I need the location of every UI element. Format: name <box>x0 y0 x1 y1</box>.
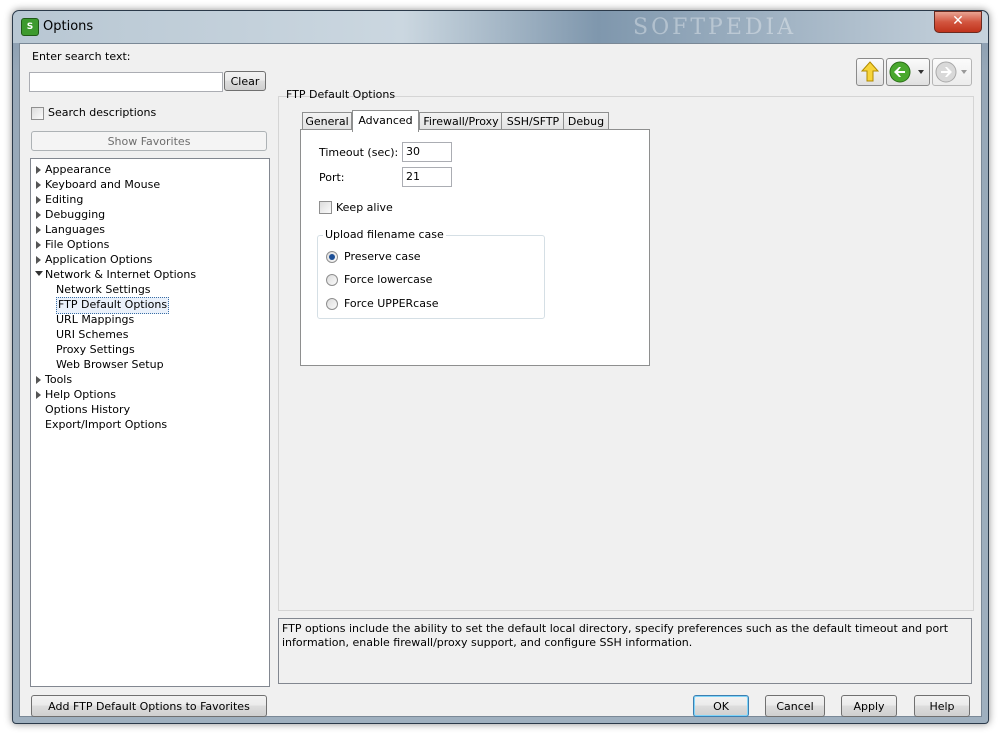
tree-item[interactable]: Keyboard and Mouse <box>45 177 160 192</box>
ok-button[interactable]: OK <box>693 695 749 717</box>
search-descriptions-checkbox[interactable] <box>31 107 44 120</box>
watermark: SOFTPEDIA <box>633 15 797 40</box>
tab-firewall-proxy[interactable]: Firewall/Proxy <box>419 112 503 130</box>
tree-item[interactable]: URI Schemes <box>56 327 128 342</box>
tree-item[interactable]: Tools <box>45 372 72 387</box>
close-icon: ✕ <box>952 13 964 29</box>
tree-item[interactable]: Options History <box>45 402 130 417</box>
timeout-label: Timeout (sec): <box>319 146 399 159</box>
tab-general[interactable]: General <box>302 112 352 130</box>
tree-item-label: Export/Import Options <box>45 418 168 431</box>
collapsed-arrow-icon[interactable] <box>36 211 41 219</box>
search-descriptions-label: Search descriptions <box>48 106 157 119</box>
tree-item-label: Network & Internet Options <box>45 268 197 281</box>
force-uppercase-radio[interactable] <box>326 298 338 310</box>
options-window: S Options SOFTPEDIA ✕ Enter search text:… <box>12 10 989 724</box>
window-title: Options <box>43 19 94 34</box>
force-lowercase-radio[interactable] <box>326 274 338 286</box>
tree-item-label: URL Mappings <box>56 313 135 326</box>
tree-item-label: Appearance <box>45 163 112 176</box>
show-favorites-button[interactable]: Show Favorites <box>31 131 267 151</box>
tree-item[interactable]: Editing <box>45 192 83 207</box>
tab-advanced[interactable]: Advanced <box>352 110 419 132</box>
keep-alive-checkbox[interactable] <box>319 201 332 214</box>
collapsed-arrow-icon[interactable] <box>36 241 41 249</box>
back-button[interactable] <box>886 58 930 86</box>
force-uppercase-label: Force UPPERcase <box>344 297 439 310</box>
tree-item-label: URI Schemes <box>56 328 129 341</box>
collapsed-arrow-icon[interactable] <box>36 181 41 189</box>
collapsed-arrow-icon[interactable] <box>36 256 41 264</box>
tree-item[interactable]: Proxy Settings <box>56 342 135 357</box>
upload-filename-case-label: Upload filename case <box>323 228 446 241</box>
back-arrow-icon <box>889 61 924 83</box>
tree-item-label: Help Options <box>45 388 117 401</box>
collapsed-arrow-icon[interactable] <box>36 226 41 234</box>
preserve-case-label: Preserve case <box>344 250 421 263</box>
tree-item[interactable]: Network Settings <box>56 282 151 297</box>
tab-debug[interactable]: Debug <box>563 112 609 130</box>
tree-item-label: Options History <box>45 403 131 416</box>
forward-arrow-icon <box>935 61 967 83</box>
app-icon: S <box>21 18 39 36</box>
help-button[interactable]: Help <box>914 695 970 717</box>
tree-item-label: Languages <box>45 223 106 236</box>
cancel-button[interactable]: Cancel <box>765 695 825 717</box>
timeout-input[interactable]: 30 <box>402 142 452 162</box>
tree-item[interactable]: Network & Internet Options <box>45 267 196 282</box>
expanded-arrow-icon[interactable] <box>35 271 43 276</box>
port-input[interactable]: 21 <box>402 167 452 187</box>
page-title: FTP Default Options <box>286 88 396 101</box>
force-lowercase-label: Force lowercase <box>344 273 433 286</box>
apply-button[interactable]: Apply <box>841 695 897 717</box>
collapsed-arrow-icon[interactable] <box>36 166 41 174</box>
tree-item[interactable]: Web Browser Setup <box>56 357 164 372</box>
tree-item-label: Editing <box>45 193 84 206</box>
description-box: FTP options include the ability to set t… <box>278 618 972 684</box>
up-arrow-icon <box>860 61 880 82</box>
tree-item-label: File Options <box>45 238 110 251</box>
tree-item-label: Web Browser Setup <box>56 358 164 371</box>
port-label: Port: <box>319 171 345 184</box>
add-to-favorites-button[interactable]: Add FTP Default Options to Favorites <box>31 695 267 717</box>
tree-item[interactable]: Export/Import Options <box>45 417 167 432</box>
collapsed-arrow-icon[interactable] <box>36 376 41 384</box>
title-bar[interactable]: S Options SOFTPEDIA ✕ <box>13 11 988 43</box>
collapsed-arrow-icon[interactable] <box>36 391 41 399</box>
clear-button[interactable]: Clear <box>224 71 266 91</box>
options-tree[interactable]: Appearance Keyboard and Mouse Editing Debug… <box>30 158 270 687</box>
dialog-client-area: Enter search text: Clear Search descript… <box>19 43 982 717</box>
close-button[interactable]: ✕ <box>934 11 982 33</box>
search-label: Enter search text: <box>32 50 131 63</box>
search-input[interactable] <box>29 72 223 92</box>
up-button[interactable] <box>856 58 884 86</box>
advanced-tab-page: Timeout (sec): 30 Port: 21 Keep alive Up… <box>300 129 650 366</box>
tab-ssh-sftp[interactable]: SSH/SFTP <box>501 112 565 130</box>
forward-button[interactable] <box>932 58 972 86</box>
tree-item-label: Debugging <box>45 208 106 221</box>
tree-item-label: Tools <box>45 373 73 386</box>
tree-item-label: Proxy Settings <box>56 343 135 356</box>
preserve-case-radio[interactable] <box>326 251 338 263</box>
tree-item-label: Keyboard and Mouse <box>45 178 161 191</box>
tree-item[interactable]: Help Options <box>45 387 116 402</box>
tree-item[interactable]: Application Options <box>45 252 152 267</box>
collapsed-arrow-icon[interactable] <box>36 196 41 204</box>
tree-item[interactable]: Appearance <box>45 162 111 177</box>
tree-item-label: Network Settings <box>56 283 151 296</box>
tree-item[interactable]: File Options <box>45 237 109 252</box>
tree-item[interactable]: Debugging <box>45 207 105 222</box>
tree-item[interactable]: Languages <box>45 222 105 237</box>
tree-item-label: Application Options <box>45 253 153 266</box>
tree-item-label: FTP Default Options <box>58 298 168 311</box>
tree-item[interactable]: URL Mappings <box>56 312 134 327</box>
keep-alive-label: Keep alive <box>336 201 393 214</box>
